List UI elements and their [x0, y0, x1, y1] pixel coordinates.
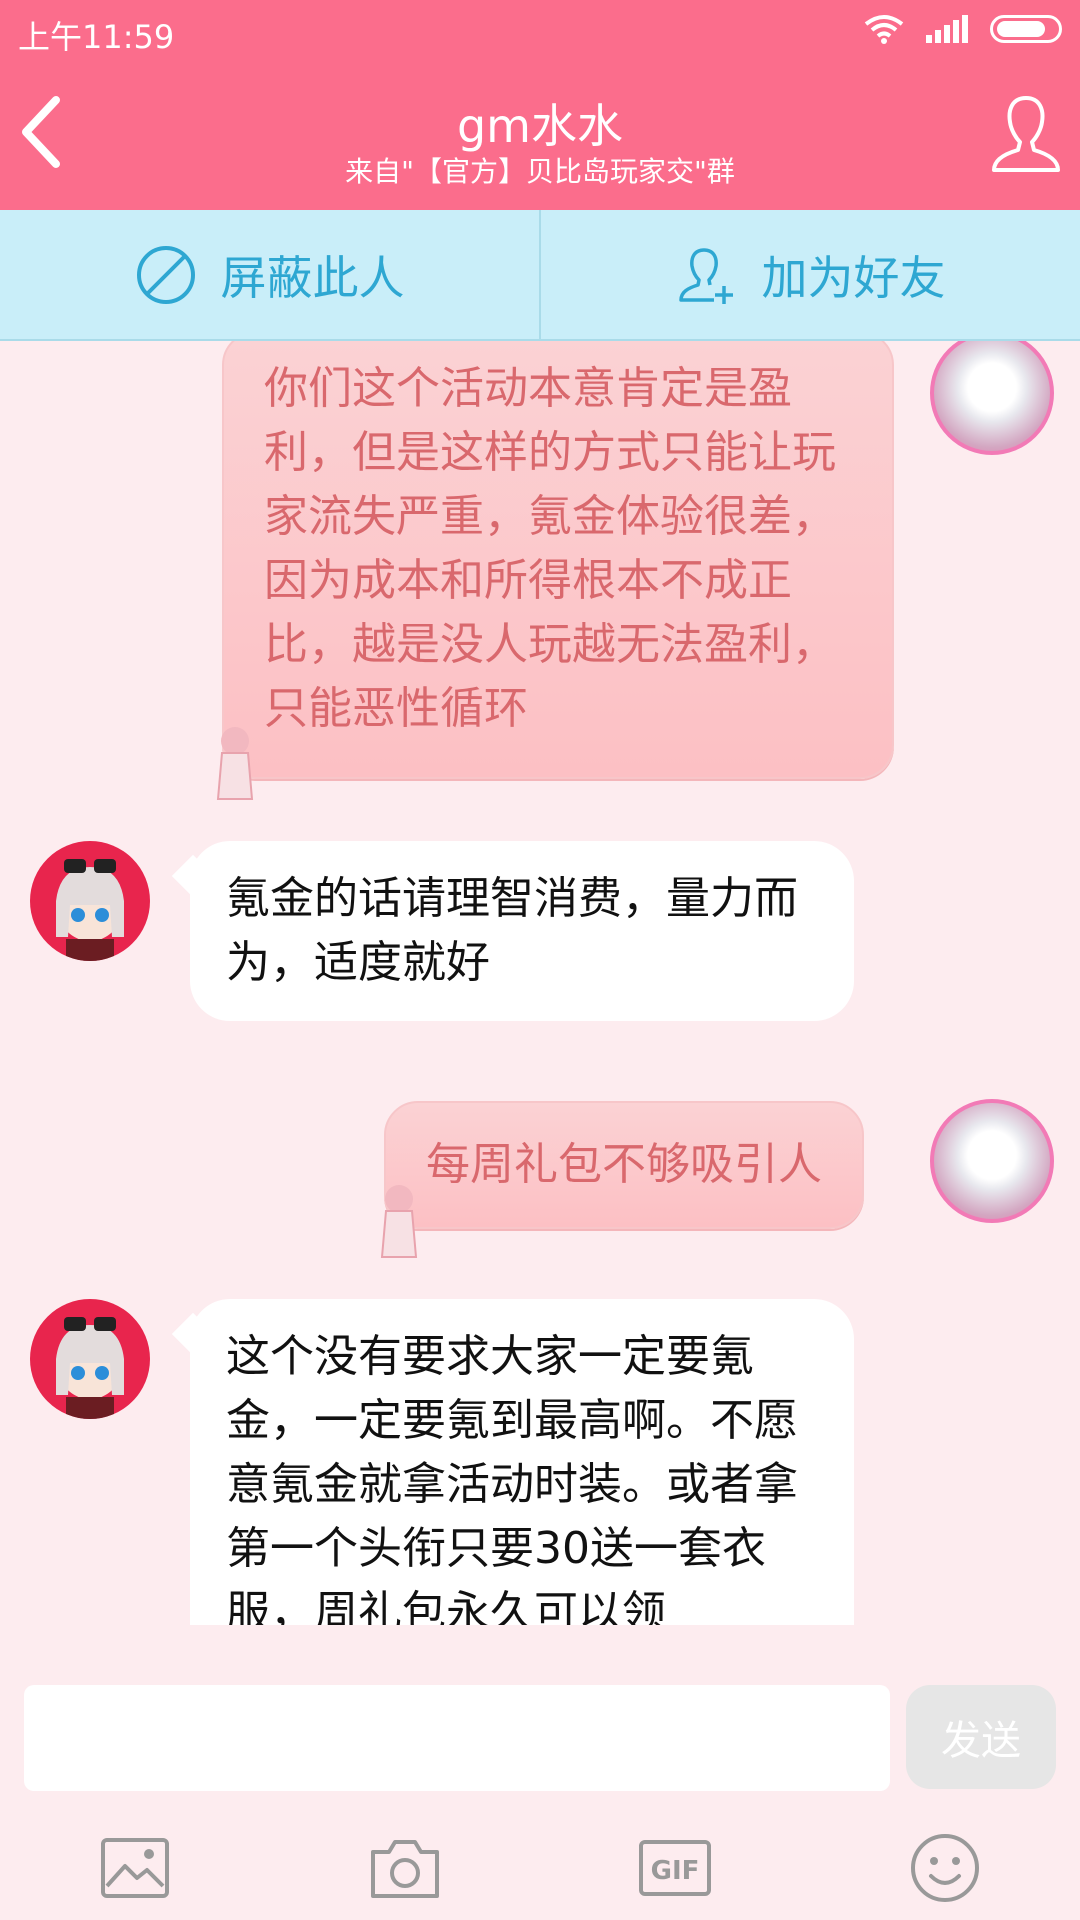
contact-avatar[interactable] [30, 841, 150, 961]
my-avatar[interactable] [930, 1099, 1054, 1223]
camera-icon [371, 1840, 439, 1898]
message-input[interactable] [24, 1685, 890, 1791]
page-subtitle: 来自"【官方】贝比岛玩家交"群 [345, 155, 735, 188]
gif-icon: GIF [639, 1840, 711, 1896]
chibi-avatar-icon [56, 859, 124, 961]
send-button[interactable]: 发送 [906, 1685, 1056, 1789]
page-title: gm水水 [456, 99, 623, 153]
doll-decoration-icon [380, 1185, 418, 1258]
chat-header: gm水水 来自"【官方】贝比岛玩家交"群 [0, 62, 1080, 210]
message-outgoing: 你们这个活动本意肯定是盈利，但是这样的方式只能让玩家流失严重，氪金体验很差，因为… [222, 341, 894, 779]
add-friend-button[interactable]: 加为好友 [539, 210, 1080, 339]
emoji-button[interactable] [905, 1828, 985, 1908]
contact-avatar[interactable] [30, 1299, 150, 1419]
status-bar: 上午11:59 [0, 0, 1080, 62]
action-bar: 屏蔽此人 加为好友 [0, 210, 1080, 341]
message-outgoing: 每周礼包不够吸引人 [384, 1101, 864, 1229]
add-friend-icon [678, 247, 733, 304]
message-incoming: 这个没有要求大家一定要氪金，一定要氪到最高啊。不愿意氪金就拿活动时装。或者拿第一… [190, 1299, 854, 1625]
input-bar: 发送 GIF [0, 1625, 1080, 1920]
message-bubble: 你们这个活动本意肯定是盈利，但是这样的方式只能让玩家流失严重，氪金体验很差，因为… [222, 341, 894, 779]
svg-text:GIF: GIF [651, 1856, 700, 1886]
doll-decoration-icon [216, 727, 254, 800]
emoji-icon [911, 1834, 979, 1902]
battery-icon [990, 15, 1062, 43]
message-incoming: 氪金的话请理智消费，量力而为，适度就好 [190, 841, 854, 1021]
toolbar: GIF [0, 1823, 1080, 1913]
block-icon [136, 245, 195, 304]
image-button[interactable] [95, 1828, 175, 1908]
profile-icon[interactable] [990, 92, 1062, 176]
block-user-label: 屏蔽此人 [220, 250, 405, 305]
message-bubble: 氪金的话请理智消费，量力而为，适度就好 [190, 841, 854, 1021]
gif-button[interactable]: GIF [635, 1828, 715, 1908]
my-avatar[interactable] [930, 341, 1054, 455]
message-bubble: 每周礼包不够吸引人 [384, 1101, 864, 1229]
chat-messages[interactable]: 你们这个活动本意肯定是盈利，但是这样的方式只能让玩家流失严重，氪金体验很差，因为… [0, 341, 1080, 1625]
block-user-button[interactable]: 屏蔽此人 [0, 210, 539, 339]
wifi-icon [864, 15, 904, 44]
chibi-avatar-icon [56, 1317, 124, 1419]
message-bubble: 这个没有要求大家一定要氪金，一定要氪到最高啊。不愿意氪金就拿活动时装。或者拿第一… [190, 1299, 854, 1625]
image-icon [101, 1838, 169, 1898]
status-time: 上午11:59 [18, 18, 175, 56]
system-icons [864, 14, 1062, 44]
camera-button[interactable] [365, 1828, 445, 1908]
signal-icon [926, 15, 968, 43]
add-friend-label: 加为好友 [761, 250, 946, 305]
